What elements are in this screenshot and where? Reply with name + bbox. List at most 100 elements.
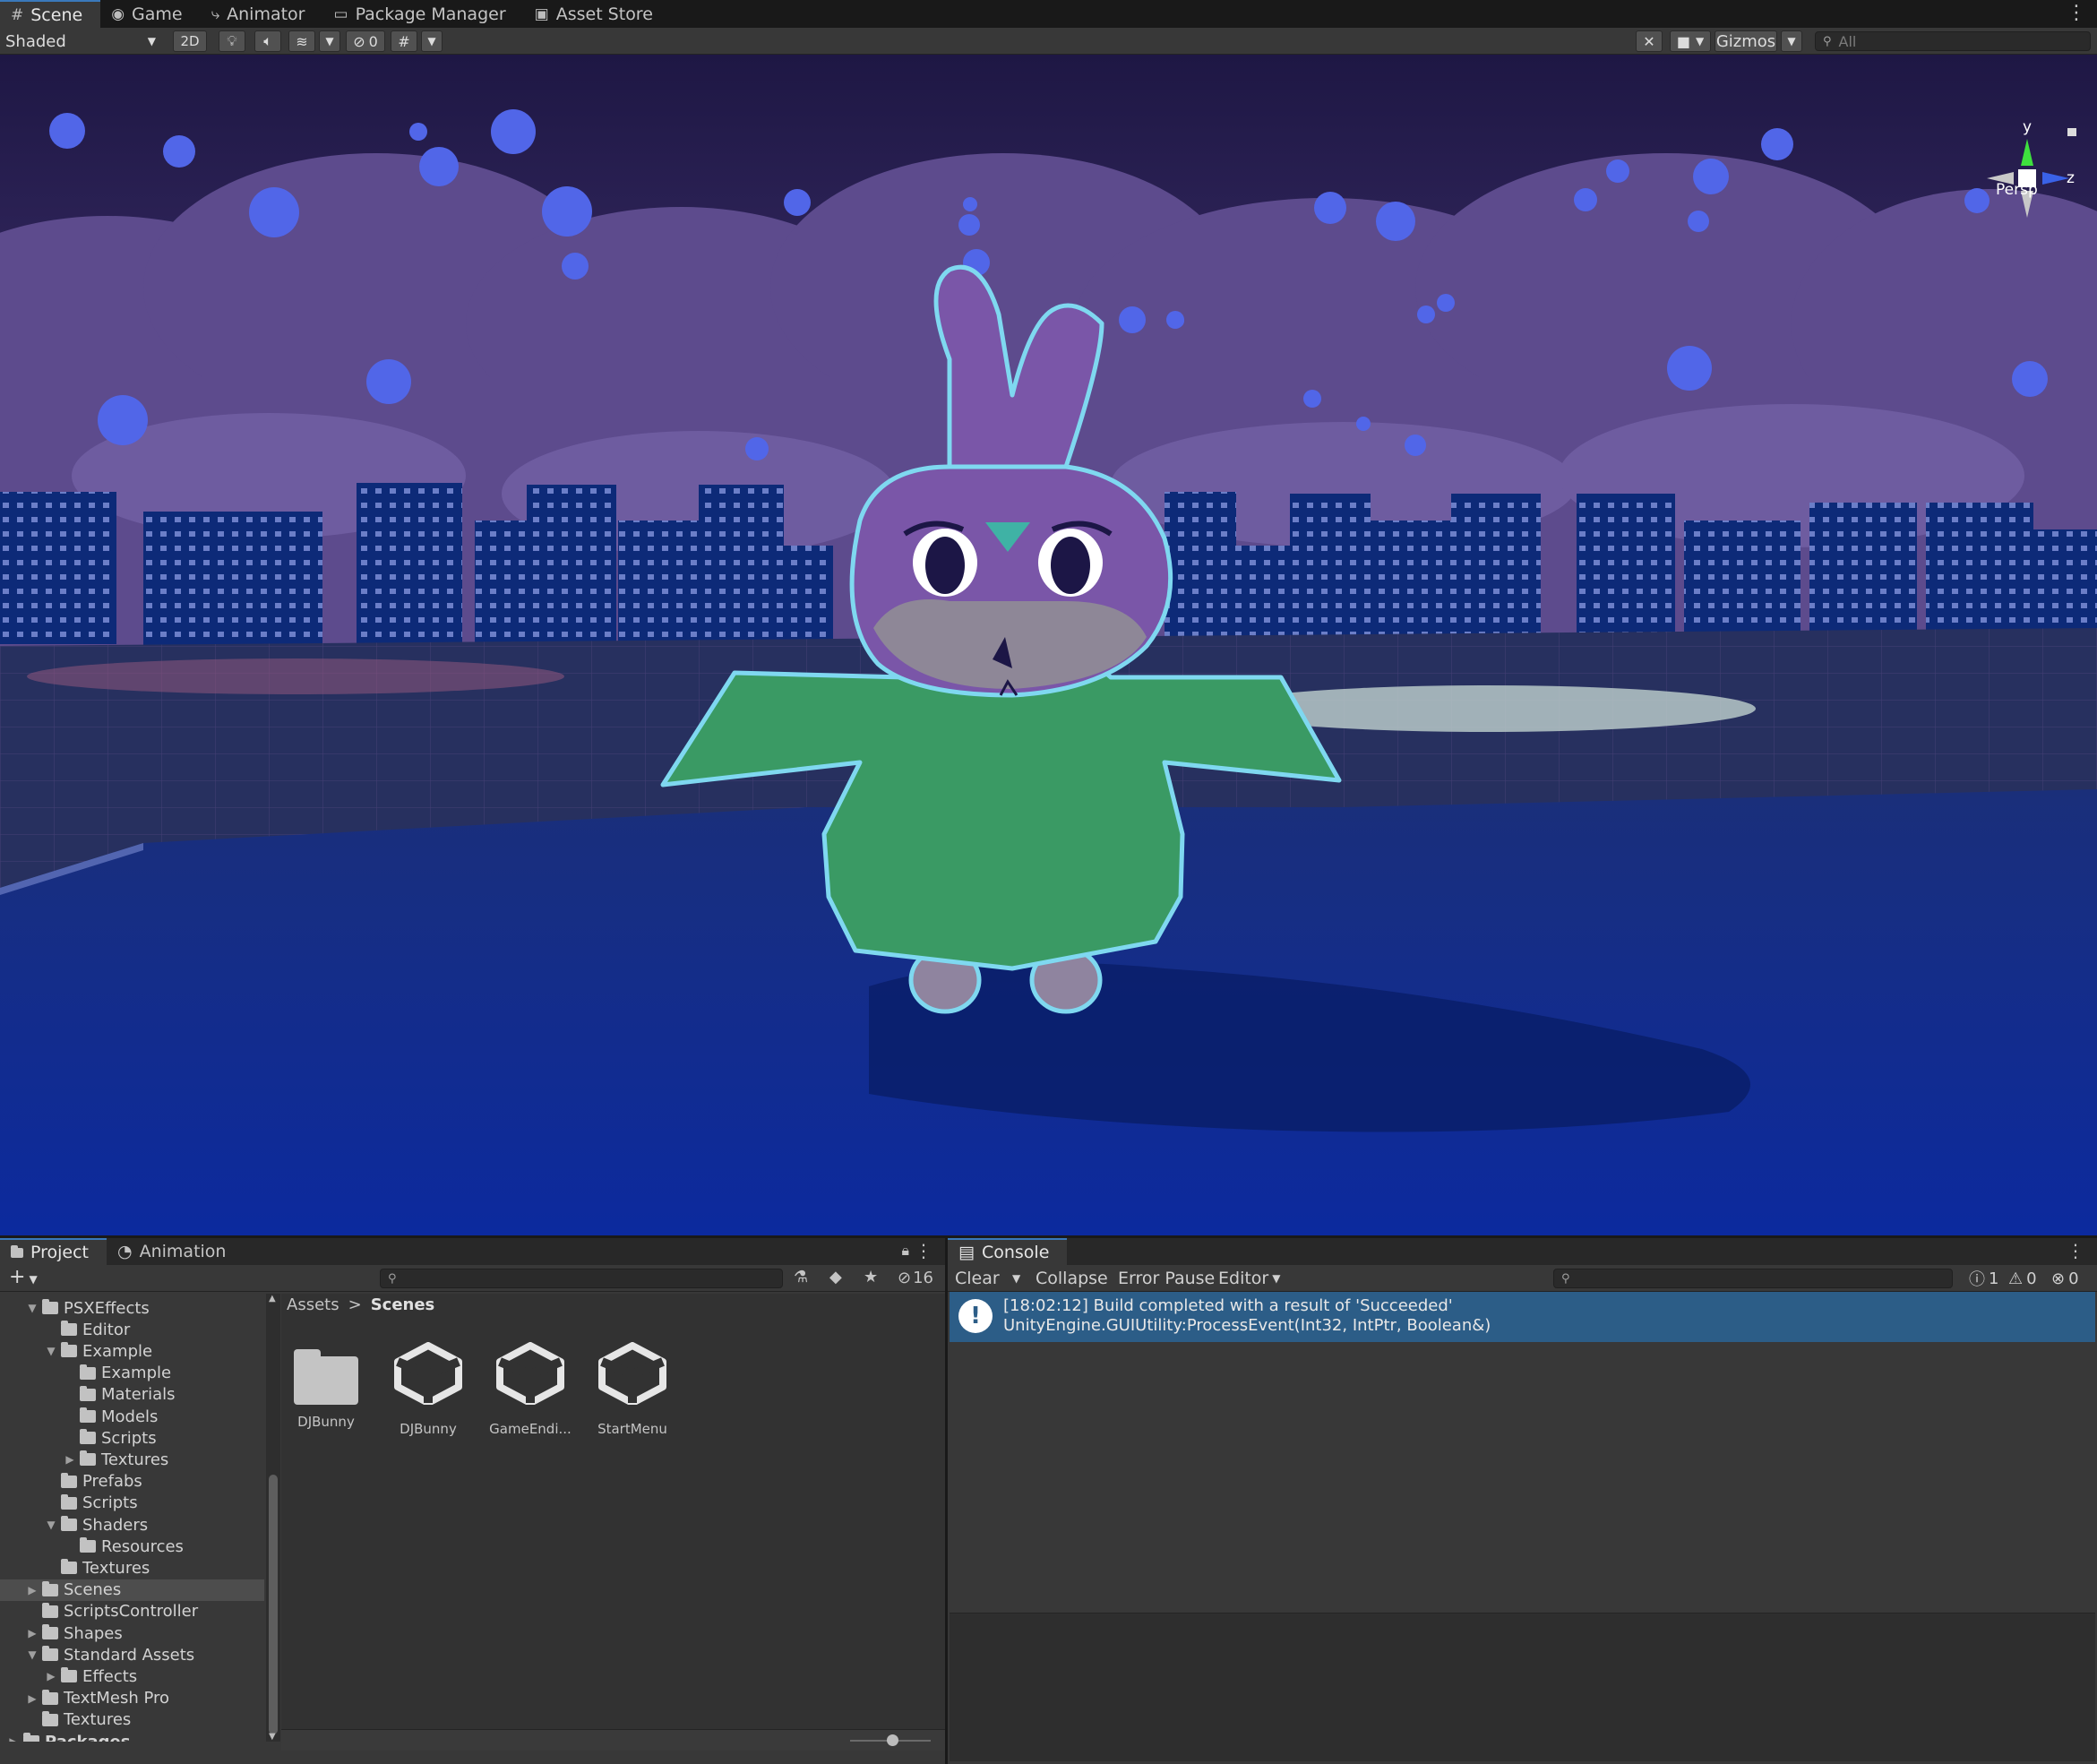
tree-item-prefabs[interactable]: Prefabs — [0, 1471, 264, 1493]
tree-item-textmesh-pro[interactable]: ▶ TextMesh Pro — [0, 1688, 264, 1709]
tree-item-textures[interactable]: Textures — [0, 1557, 264, 1579]
scene-viewport[interactable]: y z Persp — [0, 55, 2097, 1235]
tab-package-manager[interactable]: ▭ Package Manager — [323, 0, 524, 28]
favorites-star-icon[interactable]: ★ — [864, 1268, 878, 1286]
toggle-2d-button[interactable]: 2D — [173, 30, 207, 52]
tree-item-materials[interactable]: Materials — [0, 1384, 264, 1406]
asset-scene-djbunny[interactable]: DJBunny — [383, 1342, 473, 1437]
editor-dropdown[interactable]: Editor ▼ — [1213, 1268, 1285, 1289]
effects-toggle-button[interactable]: ≋ — [288, 30, 315, 52]
audio-toggle-button[interactable]: 🔈︎ — [254, 30, 281, 52]
error-count: 0 — [2068, 1269, 2079, 1288]
tree-item-packages[interactable]: ▶ Packages — [0, 1731, 264, 1742]
tree-item-scripts[interactable]: Scripts — [0, 1427, 264, 1449]
clear-options-dropdown[interactable]: ▼ — [1007, 1268, 1026, 1289]
tree-item-models[interactable]: Models — [0, 1406, 264, 1427]
tree-scroll-thumb[interactable] — [269, 1475, 278, 1734]
lighting-toggle-button[interactable]: 💡︎ — [219, 30, 245, 52]
gizmo-projection-label[interactable]: Persp — [1996, 181, 2038, 199]
gizmos-dropdown-button[interactable]: ▼ — [1781, 30, 1802, 52]
tree-item-resources[interactable]: Resources — [0, 1536, 264, 1557]
tree-item-example[interactable]: ▼ Example — [0, 1340, 264, 1362]
tab-animation[interactable]: ◔ Animation — [107, 1238, 244, 1265]
collapse-arrow-icon[interactable]: ▶ — [64, 1453, 76, 1466]
grid-toggle-button[interactable]: # — [391, 30, 417, 52]
tab-game[interactable]: ◉ Game — [100, 0, 200, 28]
info-filter-toggle[interactable]: ⓘ 1 — [1964, 1268, 2004, 1290]
asset-scene-gameending[interactable]: GameEndi... — [486, 1342, 575, 1437]
collapse-arrow-icon[interactable]: ▶ — [7, 1735, 20, 1742]
folder-icon — [80, 1537, 96, 1553]
collapse-arrow-icon[interactable]: ▶ — [26, 1584, 39, 1596]
collapse-button[interactable]: Collapse — [1030, 1268, 1113, 1289]
create-asset-button[interactable]: + ▼ — [9, 1266, 38, 1288]
store-icon: ▣ — [534, 4, 549, 23]
collapse-arrow-icon[interactable]: ▶ — [45, 1670, 57, 1682]
folder-icon — [42, 1299, 58, 1314]
console-search-input[interactable]: ⚲ — [1553, 1269, 1953, 1288]
tab-animator[interactable]: ⤷ Animator — [201, 0, 323, 28]
tree-item-shapes[interactable]: ▶ Shapes — [0, 1622, 264, 1644]
log-detail-area[interactable] — [950, 1613, 2095, 1761]
tree-item-example[interactable]: Example — [0, 1363, 264, 1384]
gizmo-z-label: z — [2067, 169, 2075, 187]
scene-search-input[interactable]: ⚲ All — [1815, 31, 2091, 51]
scene-visibility-button[interactable]: ⊘ 0 — [346, 30, 385, 52]
project-search-input[interactable]: ⚲ — [380, 1269, 783, 1288]
tree-item-effects[interactable]: ▶ Effects — [0, 1665, 264, 1687]
tree-item-psxeffects[interactable]: ▼ PSXEffects — [0, 1297, 264, 1319]
tab-project[interactable]: Project — [0, 1238, 107, 1265]
expand-arrow-icon[interactable]: ▼ — [26, 1648, 39, 1661]
breadcrumb-assets[interactable]: Assets — [287, 1295, 339, 1314]
log-entry[interactable]: ! [18:02:12] Build completed with a resu… — [950, 1292, 2095, 1342]
folder-icon — [80, 1429, 96, 1445]
tab-scene[interactable]: # Scene — [0, 0, 101, 28]
grid-dropdown-button[interactable]: ▼ — [421, 30, 443, 52]
asset-folder-djbunny[interactable]: DJBunny — [281, 1349, 371, 1430]
tree-item-label: Example — [101, 1364, 172, 1383]
tree-scrollbar[interactable]: ▲ ▼ — [266, 1294, 280, 1742]
more-options-icon[interactable]: ⋮ — [2067, 2, 2086, 24]
tree-item-scenes[interactable]: ▶ Scenes — [0, 1579, 264, 1601]
log-message-line1: [18:02:12] Build completed with a result… — [1003, 1296, 1453, 1315]
tree-item-editor[interactable]: Editor — [0, 1319, 264, 1340]
scroll-down-icon[interactable]: ▼ — [269, 1732, 276, 1742]
tree-item-scripts[interactable]: Scripts — [0, 1493, 264, 1514]
collapse-arrow-icon[interactable]: ▶ — [26, 1692, 39, 1705]
hidden-packages-toggle[interactable]: ⊘ 16 — [898, 1269, 933, 1287]
gizmos-button[interactable]: Gizmos — [1715, 30, 1777, 52]
camera-settings-button[interactable]: ■ ▼ — [1670, 30, 1711, 52]
icon-size-slider-handle[interactable] — [887, 1734, 898, 1746]
filter-by-label-icon[interactable]: ◆ — [829, 1268, 842, 1286]
shading-mode-dropdown[interactable]: Shaded ▼ — [5, 30, 159, 52]
lock-icon[interactable] — [2067, 128, 2076, 136]
tab-asset-store[interactable]: ▣ Asset Store — [524, 0, 671, 28]
effects-dropdown-button[interactable]: ▼ — [319, 30, 340, 52]
breadcrumb-scenes[interactable]: Scenes — [371, 1295, 435, 1314]
filter-by-type-icon[interactable]: ⚗ — [794, 1268, 808, 1286]
scroll-up-icon[interactable]: ▲ — [269, 1294, 276, 1304]
more-options-icon[interactable]: ⋮ — [2067, 1240, 2084, 1261]
error-pause-button[interactable]: Error Pause — [1113, 1268, 1220, 1289]
folder-icon — [61, 1342, 77, 1358]
tree-item-textures[interactable]: ▶ Textures — [0, 1449, 264, 1470]
expand-arrow-icon[interactable]: ▼ — [26, 1302, 39, 1314]
error-filter-toggle[interactable]: ⊗ 0 — [2046, 1268, 2084, 1289]
project-panel: Project ◔ Animation 🔒︎ ⋮ + ▼ ⚲ ⚗ ◆ ★ ⊘ 16… — [0, 1238, 945, 1764]
collapse-arrow-icon[interactable]: ▶ — [26, 1627, 39, 1639]
folder-icon — [42, 1602, 58, 1618]
lock-icon[interactable]: 🔒︎ — [901, 1242, 909, 1260]
tree-item-textures[interactable]: Textures — [0, 1709, 264, 1731]
warning-filter-toggle[interactable]: ⚠ 0 — [2003, 1268, 2042, 1289]
tree-item-standard-assets[interactable]: ▼ Standard Assets — [0, 1644, 264, 1665]
animator-icon: ⤷ — [211, 4, 220, 23]
asset-scene-startmenu[interactable]: StartMenu — [588, 1342, 677, 1437]
tools-button[interactable]: ✕ — [1636, 30, 1663, 52]
tab-console[interactable]: ▤ Console — [948, 1238, 1068, 1265]
tree-item-shaders[interactable]: ▼ Shaders — [0, 1514, 264, 1536]
clear-button[interactable]: Clear — [950, 1268, 1005, 1289]
expand-arrow-icon[interactable]: ▼ — [45, 1519, 57, 1531]
more-options-icon[interactable]: ⋮ — [915, 1240, 932, 1261]
tree-item-scriptscontroller[interactable]: ScriptsController — [0, 1601, 264, 1622]
expand-arrow-icon[interactable]: ▼ — [45, 1345, 57, 1357]
